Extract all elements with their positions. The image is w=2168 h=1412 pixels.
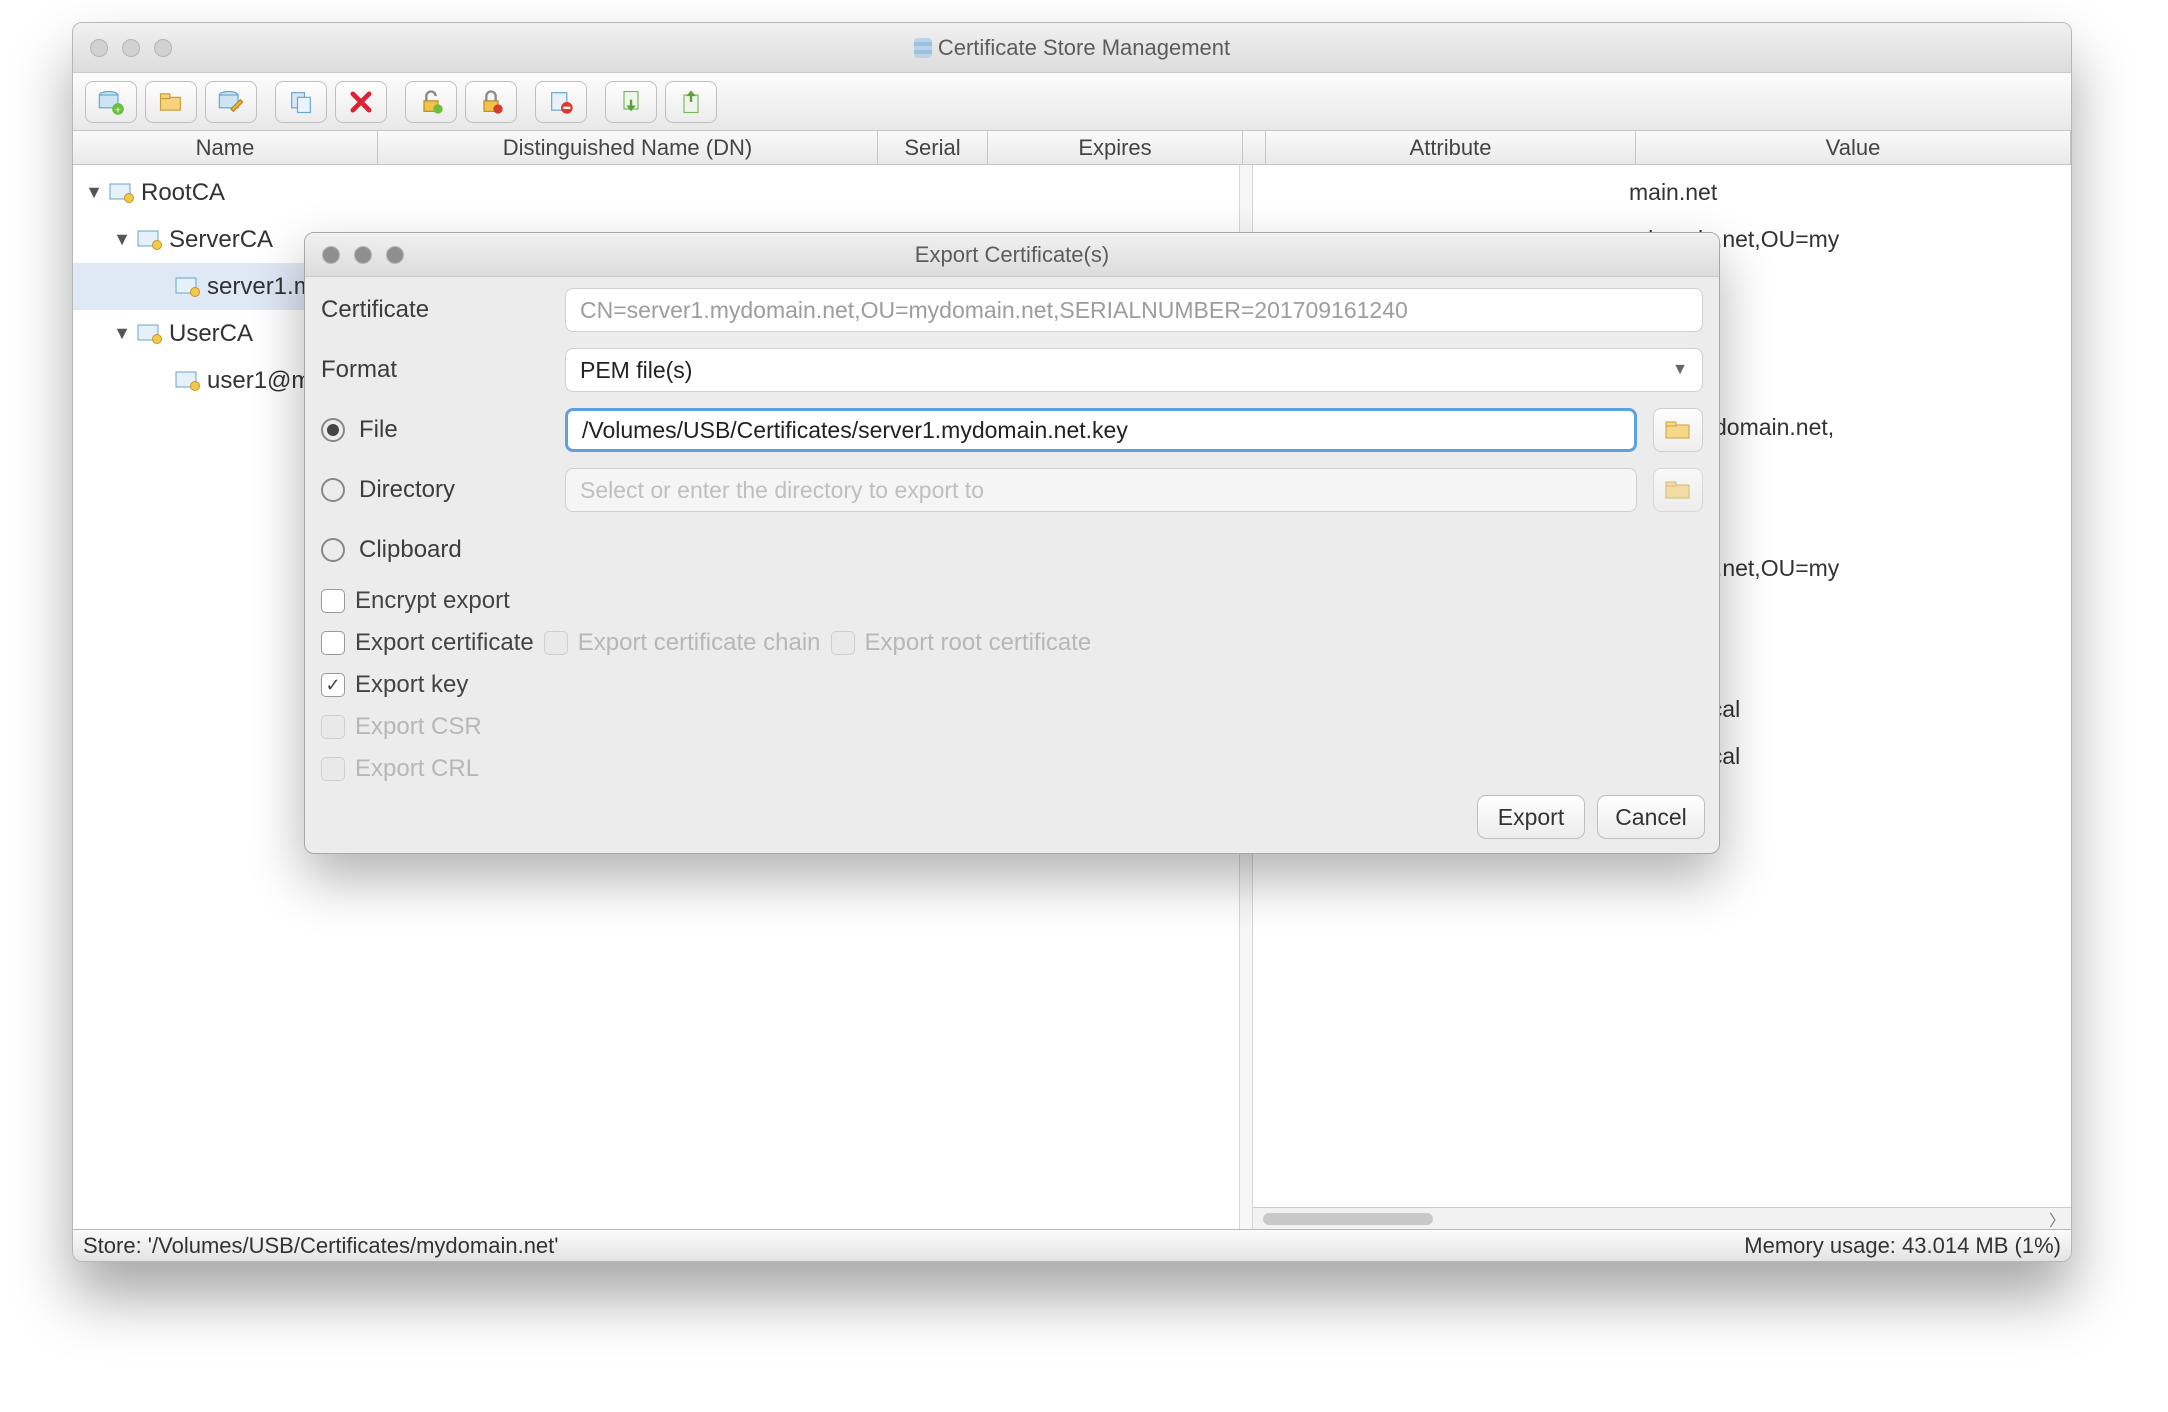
export-chain-check (544, 631, 568, 655)
file-radio[interactable] (321, 418, 345, 442)
tree-label: UserCA (169, 320, 253, 348)
export-button[interactable] (665, 81, 717, 123)
memory-text: Memory usage: 43.014 MB (1%) (1744, 1233, 2061, 1259)
export-cert-check[interactable] (321, 631, 345, 655)
delete-button[interactable] (335, 81, 387, 123)
db-open-button[interactable] (145, 81, 197, 123)
lock-open-button[interactable] (405, 81, 457, 123)
dialog-title: Export Certificate(s) (305, 242, 1719, 268)
certificate-icon (175, 370, 201, 392)
export-crl-check (321, 757, 345, 781)
directory-input: Select or enter the directory to export … (565, 468, 1637, 512)
db-add-button[interactable]: + (85, 81, 137, 123)
col-value[interactable]: Value (1636, 131, 2071, 164)
export-root-label: Export root certificate (865, 629, 1092, 657)
export-key-label: Export key (355, 671, 468, 699)
tree-label: RootCA (141, 179, 225, 207)
attr-row[interactable]: main.net (1253, 169, 2071, 216)
database-icon (914, 38, 932, 58)
col-serial[interactable]: Serial (878, 131, 988, 164)
tree-label: server1.m (207, 273, 314, 301)
dialog-titlebar: Export Certificate(s) (305, 233, 1719, 277)
browse-file-button[interactable] (1653, 408, 1703, 452)
export-dialog: Export Certificate(s) Certificate CN=ser… (304, 232, 1720, 854)
attr-value: main.net (1623, 179, 2071, 206)
chevron-down-icon[interactable]: ▼ (85, 182, 103, 203)
tree-label: user1@m (207, 367, 311, 395)
export-root-check (831, 631, 855, 655)
certificate-label: Certificate (321, 296, 549, 324)
certificate-icon (137, 229, 163, 251)
format-select[interactable]: PEM file(s) ▼ (565, 348, 1703, 392)
export-action-button[interactable]: Export (1477, 795, 1585, 839)
lock-closed-button[interactable] (465, 81, 517, 123)
file-label: File (359, 416, 398, 444)
import-button[interactable] (605, 81, 657, 123)
certificate-icon (137, 323, 163, 345)
folder-icon (1665, 420, 1691, 440)
directory-label: Directory (359, 476, 455, 504)
encrypt-label: Encrypt export (355, 587, 510, 615)
chevron-down-icon: ▼ (1672, 361, 1688, 379)
col-expires[interactable]: Expires (988, 131, 1243, 164)
format-label: Format (321, 356, 549, 384)
certificate-field: CN=server1.mydomain.net,OU=mydomain.net,… (565, 288, 1703, 332)
browse-dir-button (1653, 468, 1703, 512)
file-input[interactable]: /Volumes/USB/Certificates/server1.mydoma… (565, 408, 1637, 452)
chevron-down-icon[interactable]: ▼ (113, 323, 131, 344)
encrypt-check[interactable] (321, 589, 345, 613)
clipboard-label: Clipboard (359, 536, 462, 564)
tree-label: ServerCA (169, 226, 273, 254)
col-attribute[interactable]: Attribute (1266, 131, 1636, 164)
copy-button[interactable] (275, 81, 327, 123)
certificate-icon (175, 276, 201, 298)
certificate-icon (109, 182, 135, 204)
directory-radio[interactable] (321, 478, 345, 502)
toolbar: + (73, 73, 2071, 131)
export-chain-label: Export certificate chain (578, 629, 821, 657)
cert-revoke-button[interactable] (535, 81, 587, 123)
chevron-down-icon[interactable]: ▼ (113, 229, 131, 250)
folder-icon (1665, 480, 1691, 500)
main-titlebar: Certificate Store Management (73, 23, 2071, 73)
h-scrollbar[interactable]: 〉 (1253, 1207, 2071, 1229)
export-key-check[interactable] (321, 673, 345, 697)
db-edit-button[interactable] (205, 81, 257, 123)
col-dn[interactable]: Distinguished Name (DN) (378, 131, 878, 164)
window-title: Certificate Store Management (938, 35, 1230, 60)
export-cert-label: Export certificate (355, 629, 534, 657)
column-headers: Name Distinguished Name (DN) Serial Expi… (73, 131, 2071, 165)
svg-text:+: + (115, 104, 121, 115)
clipboard-radio[interactable] (321, 538, 345, 562)
status-text: Store: '/Volumes/USB/Certificates/mydoma… (83, 1233, 558, 1259)
col-name[interactable]: Name (73, 131, 378, 164)
export-csr-check (321, 715, 345, 739)
status-bar: Store: '/Volumes/USB/Certificates/mydoma… (73, 1229, 2071, 1261)
cancel-button[interactable]: Cancel (1597, 795, 1705, 839)
tree-row-rootca[interactable]: ▼ RootCA (73, 169, 1239, 216)
export-crl-label: Export CRL (355, 755, 479, 783)
export-csr-label: Export CSR (355, 713, 482, 741)
